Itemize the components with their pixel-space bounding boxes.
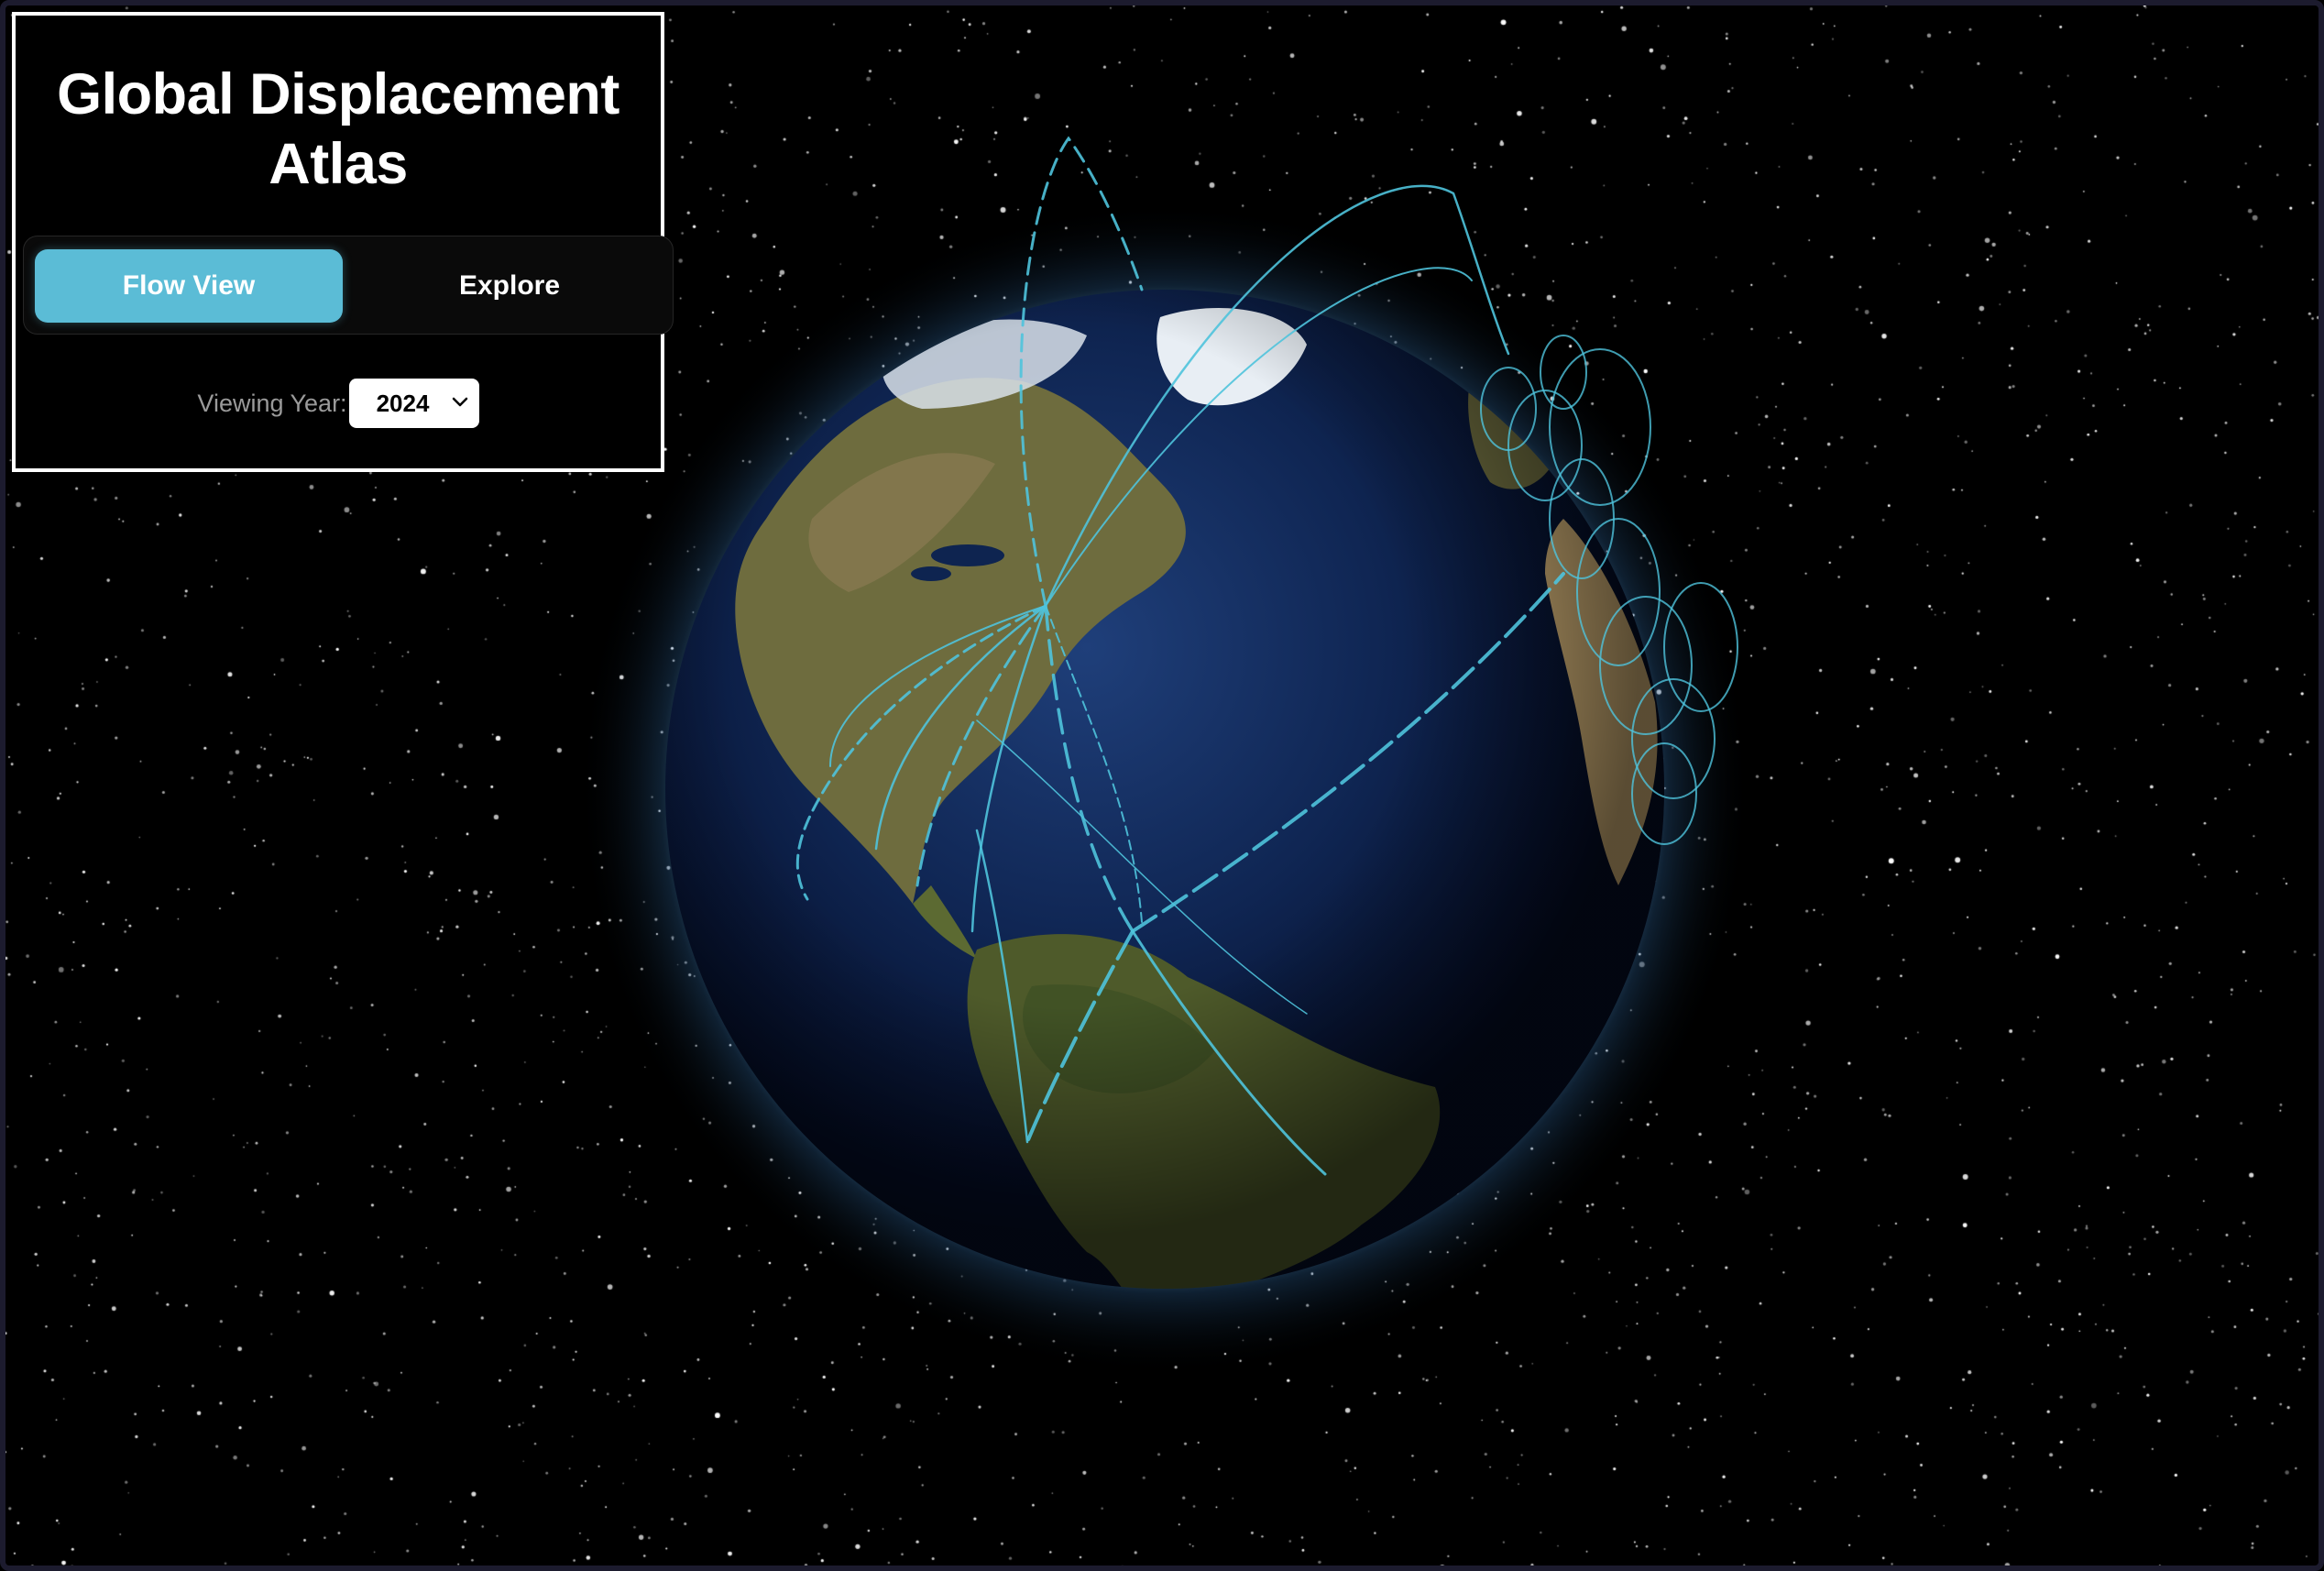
app-viewport: Global Displacement Atlas Flow View Expl… (0, 0, 2324, 1571)
view-tab-bar: Flow View Explore (23, 236, 674, 335)
page-title: Global Displacement Atlas (57, 62, 619, 196)
year-select[interactable]: 2024 (348, 379, 479, 428)
year-value: 2024 (376, 389, 430, 417)
year-filter: Viewing Year: 2024 (16, 379, 661, 428)
control-panel: Global Displacement Atlas Flow View Expl… (12, 12, 674, 472)
chevron-down-icon (452, 397, 467, 407)
tab-explore[interactable]: Explore (356, 249, 663, 323)
year-label: Viewing Year: (197, 389, 347, 417)
tab-flow-view[interactable]: Flow View (35, 249, 343, 323)
globe-shading (665, 290, 1664, 1289)
